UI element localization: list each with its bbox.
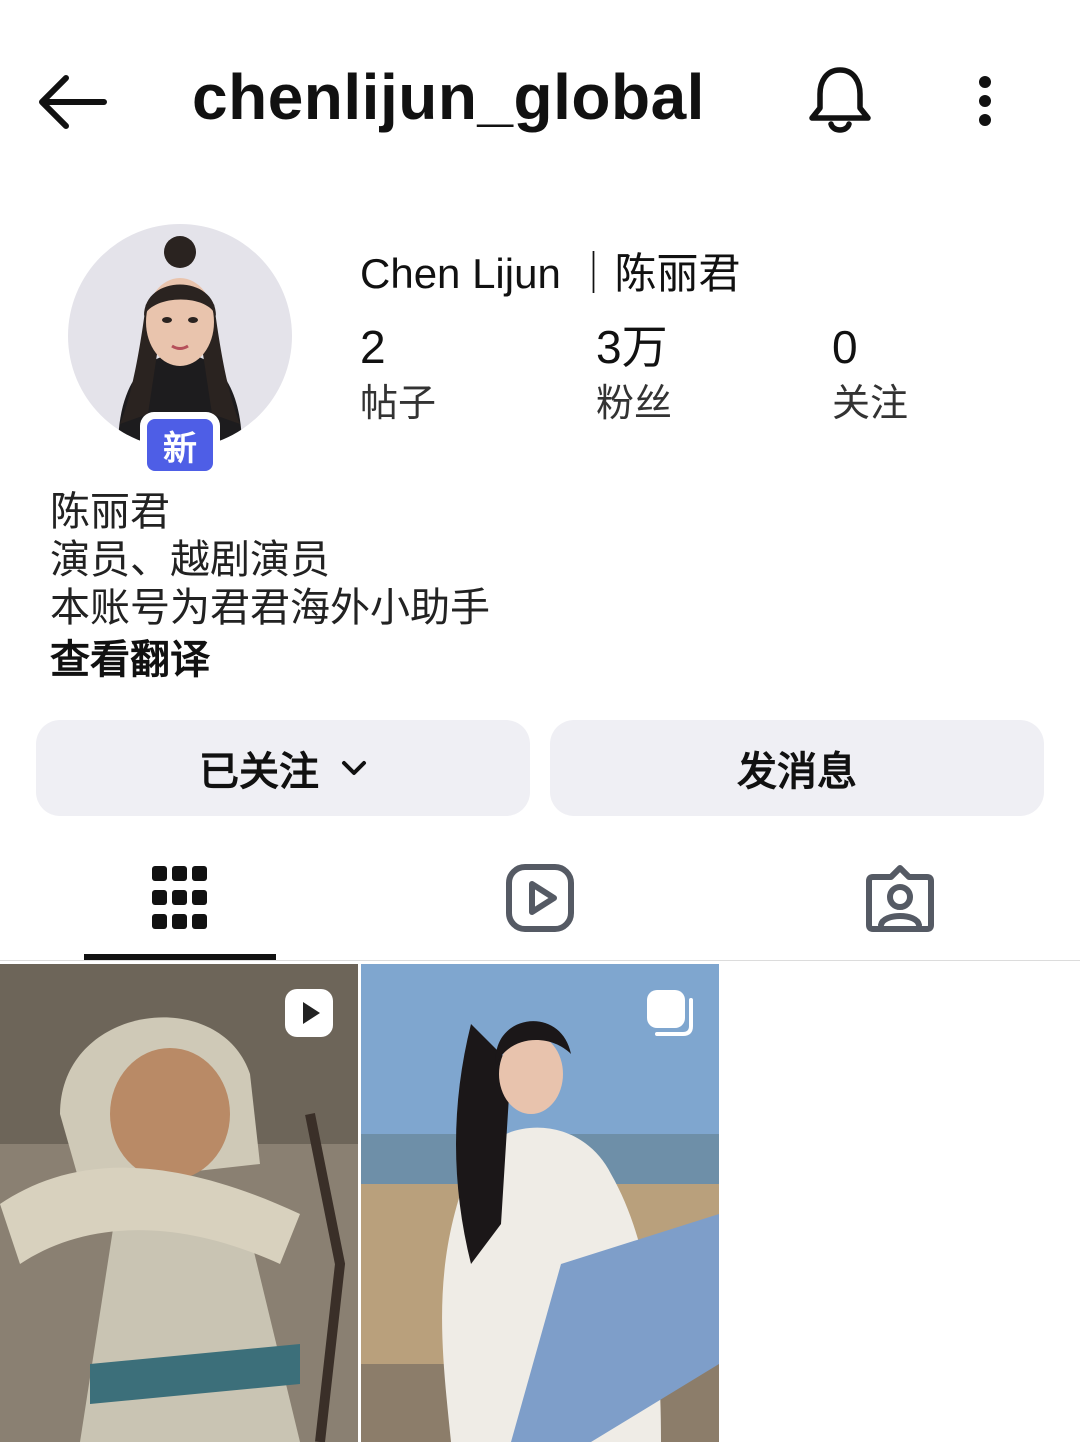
carousel-badge-icon — [647, 990, 693, 1036]
new-badge-label: 新 — [147, 419, 213, 471]
profile-bio: 陈丽君 演员、越剧演员 本账号为君君海外小助手 查看翻译 — [50, 488, 490, 684]
profile-page: chenlijun_global 新 Chen Lijun ｜陈丽君 2 帖子 … — [0, 0, 1080, 1450]
tab-posts-grid[interactable] — [42, 838, 318, 958]
bio-line: 陈丽君 — [50, 490, 170, 534]
post-thumbnail[interactable] — [361, 964, 719, 1442]
stat-posts[interactable]: 2 帖子 — [360, 320, 436, 430]
stat-following-count: 0 — [832, 321, 858, 373]
stat-posts-label: 帖子 — [360, 383, 437, 425]
arrow-left-icon — [39, 75, 107, 129]
notifications-button[interactable] — [806, 64, 874, 136]
stat-followers[interactable]: 3万 粉丝 — [596, 320, 672, 430]
stat-followers-label: 粉丝 — [596, 383, 673, 425]
stat-followers-count: 3万 — [596, 321, 668, 373]
bio-line: 本账号为君君海外小助手 — [50, 586, 490, 630]
tab-reels[interactable] — [402, 838, 678, 958]
post-thumbnail[interactable] — [0, 964, 358, 1442]
display-name: Chen Lijun ｜陈丽君 — [360, 250, 741, 297]
stat-posts-count: 2 — [360, 321, 386, 373]
back-button[interactable] — [34, 70, 110, 134]
stat-following[interactable]: 0 关注 — [832, 320, 908, 430]
bell-icon — [809, 67, 871, 133]
tagged-icon — [866, 865, 934, 932]
reels-icon — [506, 864, 574, 932]
grid-icon — [152, 866, 207, 929]
top-bar: chenlijun_global — [0, 0, 1080, 200]
tab-tagged[interactable] — [762, 838, 1038, 958]
new-badge: 新 — [140, 412, 220, 478]
following-button-label: 已关注 — [199, 750, 319, 794]
more-options-button[interactable] — [960, 70, 1010, 134]
bio-line: 演员、越剧演员 — [50, 538, 330, 582]
stat-following-label: 关注 — [832, 383, 909, 425]
following-button[interactable]: 已关注 — [36, 720, 530, 816]
see-translation-link[interactable]: 查看翻译 — [50, 636, 490, 684]
chevron-down-icon — [342, 761, 366, 775]
more-vertical-icon — [979, 76, 991, 126]
message-button[interactable]: 发消息 — [550, 720, 1044, 816]
message-button-label: 发消息 — [737, 750, 857, 794]
tabs-divider — [0, 960, 1080, 961]
profile-username: chenlijun_global — [192, 61, 705, 133]
reel-badge-icon — [285, 989, 333, 1037]
